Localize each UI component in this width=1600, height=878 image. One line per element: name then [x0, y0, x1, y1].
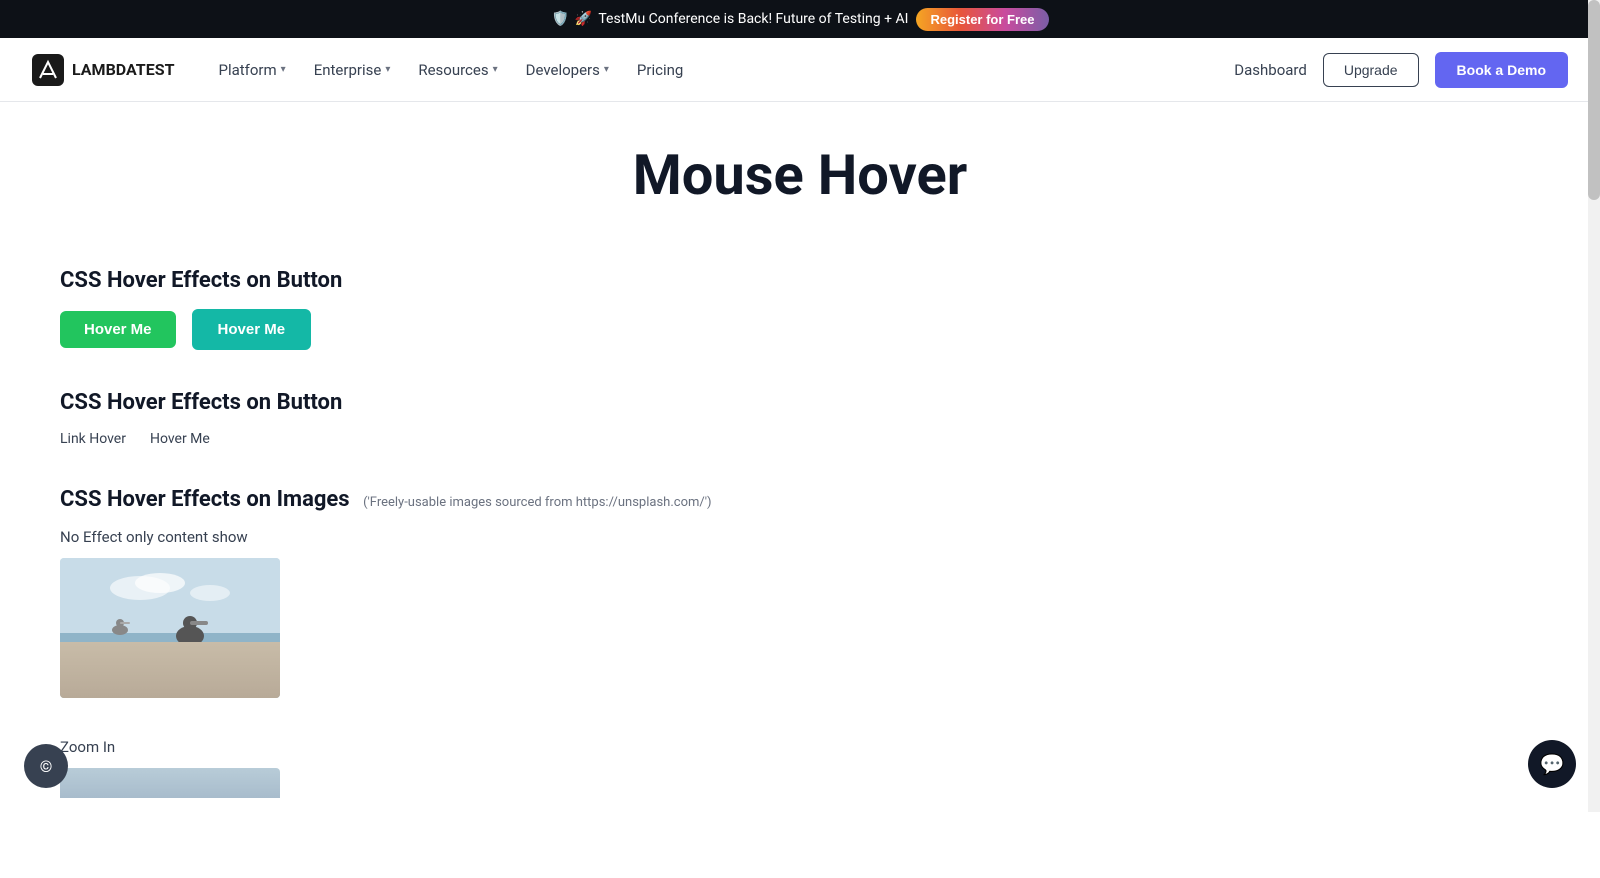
navbar-right: Dashboard Upgrade Book a Demo [1234, 52, 1568, 88]
register-free-button[interactable]: Register for Free [916, 8, 1048, 31]
no-effect-label: No Effect only content show [60, 528, 1540, 546]
developers-chevron-icon: ▾ [604, 64, 609, 75]
bottom-left-widget[interactable]: © [24, 744, 68, 788]
nav-pricing-label: Pricing [637, 61, 683, 79]
hover-me-teal-button[interactable]: Hover Me [192, 309, 312, 350]
link-hover-row: Link Hover Hover Me [60, 431, 1540, 447]
banner-message: TestMu Conference is Back! Future of Tes… [598, 11, 908, 27]
chat-icon: 💬 [1540, 752, 1565, 776]
section-3-title: CSS Hover Effects on Images ('Freely-usa… [60, 487, 1540, 512]
nav-enterprise-label: Enterprise [314, 61, 382, 79]
page-title: Mouse Hover [60, 142, 1540, 208]
upgrade-button[interactable]: Upgrade [1323, 53, 1419, 87]
section-zoom-in: Zoom In [60, 738, 1540, 798]
dashboard-link[interactable]: Dashboard [1234, 61, 1307, 79]
navbar-left: LAMBDATEST Platform ▾ Enterprise ▾ Resou… [32, 53, 695, 87]
enterprise-chevron-icon: ▾ [385, 64, 390, 75]
copyright-icon: © [40, 757, 53, 776]
pelican-scene-svg [60, 558, 280, 698]
main-content: Mouse Hover CSS Hover Effects on Button … [0, 102, 1600, 878]
section-1-title: CSS Hover Effects on Button [60, 268, 1540, 293]
section-2-title: CSS Hover Effects on Button [60, 390, 1540, 415]
nav-item-developers[interactable]: Developers ▾ [514, 53, 621, 87]
section-3-subtitle: ('Freely-usable images sourced from http… [363, 495, 711, 510]
image-subsection-no-effect: No Effect only content show [60, 528, 1540, 698]
section-hover-buttons-2: CSS Hover Effects on Button Link Hover H… [60, 390, 1540, 447]
chat-bubble-button[interactable]: 💬 [1528, 740, 1576, 788]
scrollbar[interactable] [1588, 0, 1600, 812]
banner-text: 🛡️ 🚀 TestMu Conference is Back! Future o… [551, 11, 908, 27]
section-3-title-text: CSS Hover Effects on Images [60, 487, 350, 512]
top-banner: 🛡️ 🚀 TestMu Conference is Back! Future o… [0, 0, 1600, 38]
nav-platform-label: Platform [218, 61, 276, 79]
pelican-image [60, 558, 280, 698]
link-hover-link[interactable]: Link Hover [60, 431, 126, 447]
nav-menu: Platform ▾ Enterprise ▾ Resources ▾ Deve… [206, 53, 695, 87]
nav-developers-label: Developers [526, 61, 600, 79]
nav-resources-label: Resources [418, 61, 488, 79]
book-demo-button[interactable]: Book a Demo [1435, 52, 1568, 88]
shield-icon: 🛡️ [551, 11, 568, 27]
hover-me-link[interactable]: Hover Me [150, 431, 210, 447]
rocket-icon: 🚀 [575, 11, 592, 27]
hover-me-green-button[interactable]: Hover Me [60, 311, 176, 348]
nav-item-platform[interactable]: Platform ▾ [206, 53, 297, 87]
zoom-in-image-partial [60, 768, 280, 798]
hover-buttons-row-1: Hover Me Hover Me [60, 309, 1540, 350]
nav-item-resources[interactable]: Resources ▾ [406, 53, 509, 87]
navbar: LAMBDATEST Platform ▾ Enterprise ▾ Resou… [0, 38, 1600, 102]
logo-icon [32, 54, 64, 86]
nav-item-pricing[interactable]: Pricing [625, 53, 695, 87]
scrollbar-thumb[interactable] [1588, 0, 1600, 200]
logo[interactable]: LAMBDATEST [32, 54, 174, 86]
zoom-in-label: Zoom In [60, 738, 1540, 756]
platform-chevron-icon: ▾ [281, 64, 286, 75]
section-hover-images: CSS Hover Effects on Images ('Freely-usa… [60, 487, 1540, 698]
resources-chevron-icon: ▾ [493, 64, 498, 75]
nav-item-enterprise[interactable]: Enterprise ▾ [302, 53, 403, 87]
section-hover-buttons-1: CSS Hover Effects on Button Hover Me Hov… [60, 268, 1540, 350]
logo-text: LAMBDATEST [72, 60, 174, 79]
